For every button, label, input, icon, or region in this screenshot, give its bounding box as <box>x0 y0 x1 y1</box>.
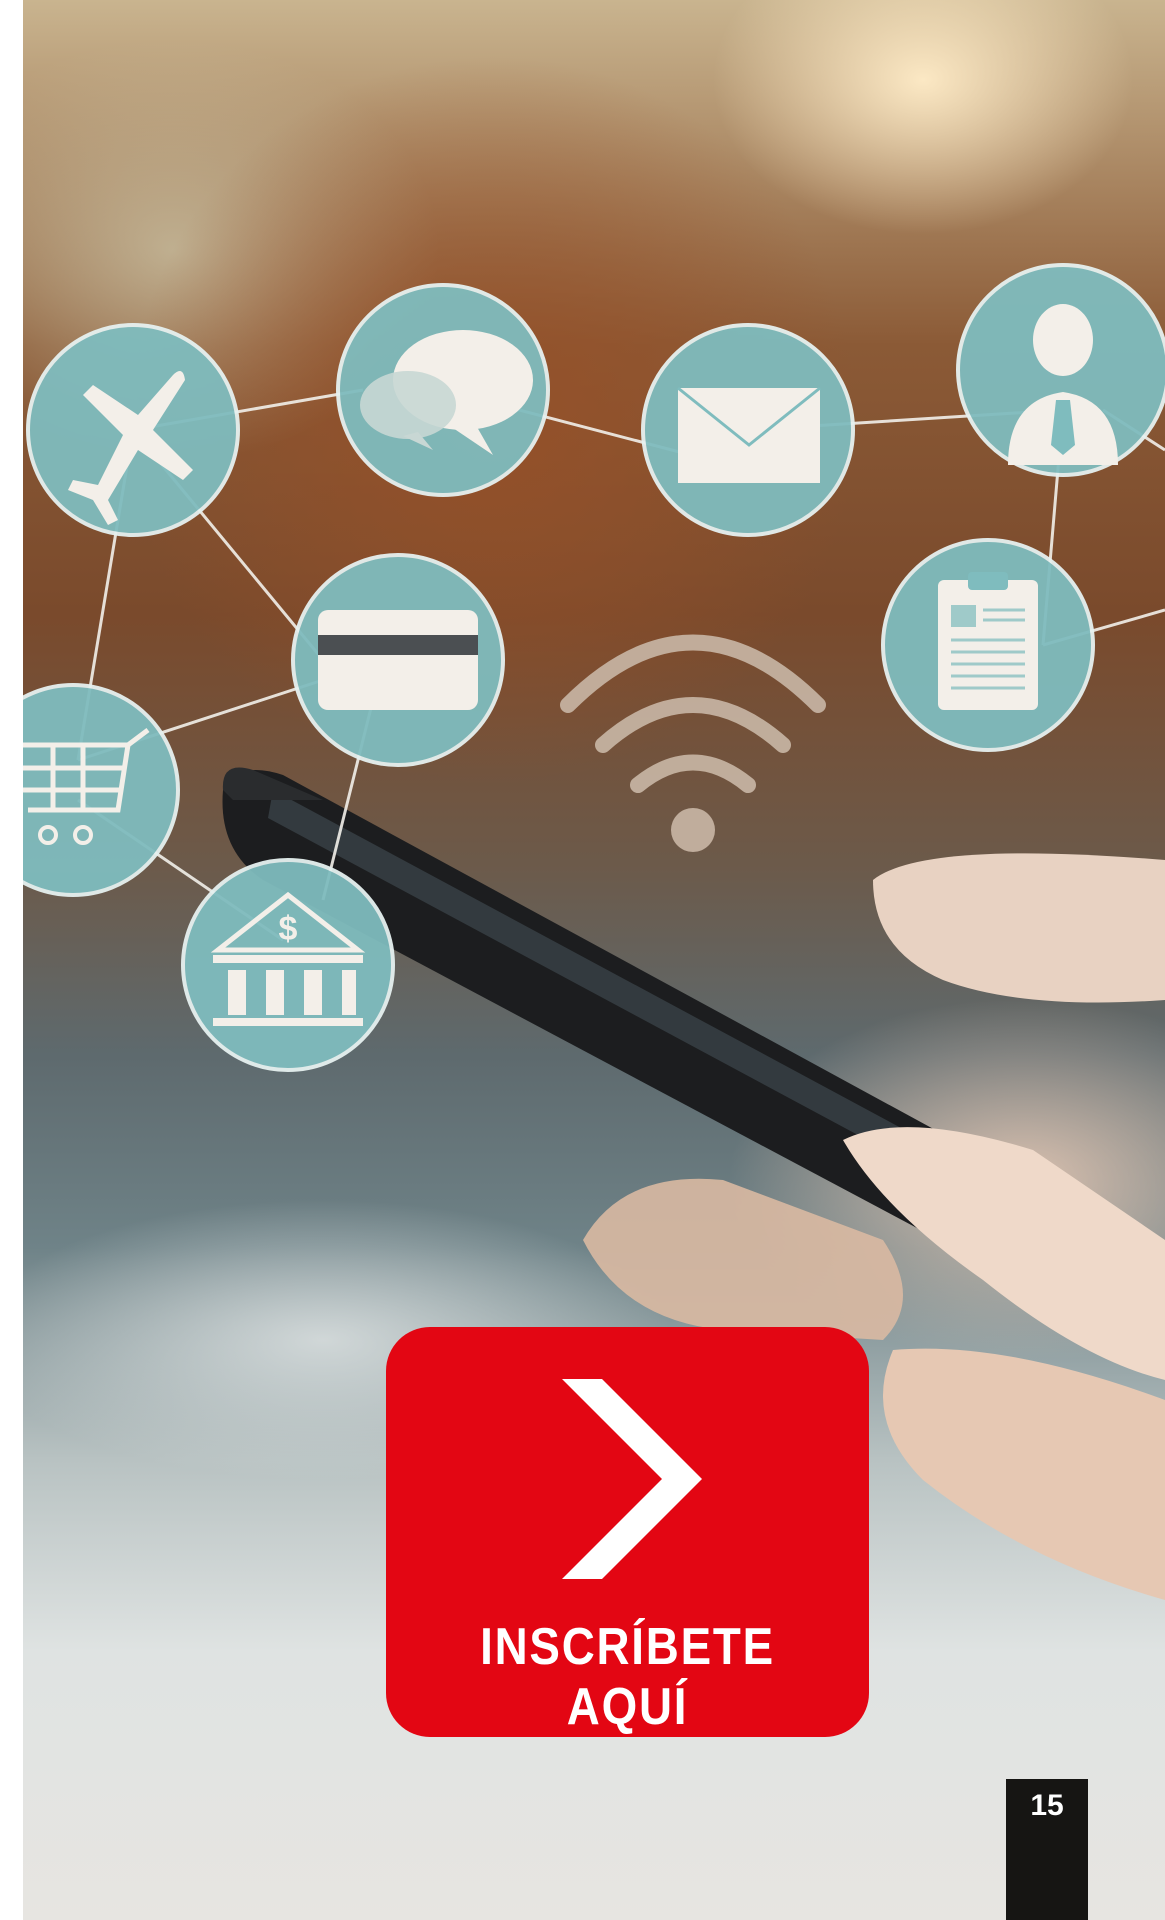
clipboard-document-icon <box>881 538 1095 752</box>
chevron-right-icon <box>562 1379 702 1579</box>
bank-icon: $ <box>181 858 395 1072</box>
credit-card-icon <box>291 553 505 767</box>
page: $ INSCRÍBETE AQUÍ 15 <box>0 0 1165 1920</box>
airplane-icon <box>26 323 240 537</box>
wifi-icon <box>560 634 826 852</box>
shopping-cart-icon <box>23 683 180 897</box>
page-number: 15 <box>1030 1789 1064 1822</box>
svg-text:$: $ <box>279 910 298 948</box>
chat-bubbles-icon <box>336 283 550 497</box>
register-button-label: INSCRÍBETE AQUÍ <box>480 1618 775 1736</box>
envelope-icon <box>641 323 855 537</box>
page-number-box: 15 <box>1006 1779 1088 1920</box>
businessman-icon <box>956 263 1165 477</box>
register-button[interactable]: INSCRÍBETE AQUÍ <box>386 1327 869 1737</box>
